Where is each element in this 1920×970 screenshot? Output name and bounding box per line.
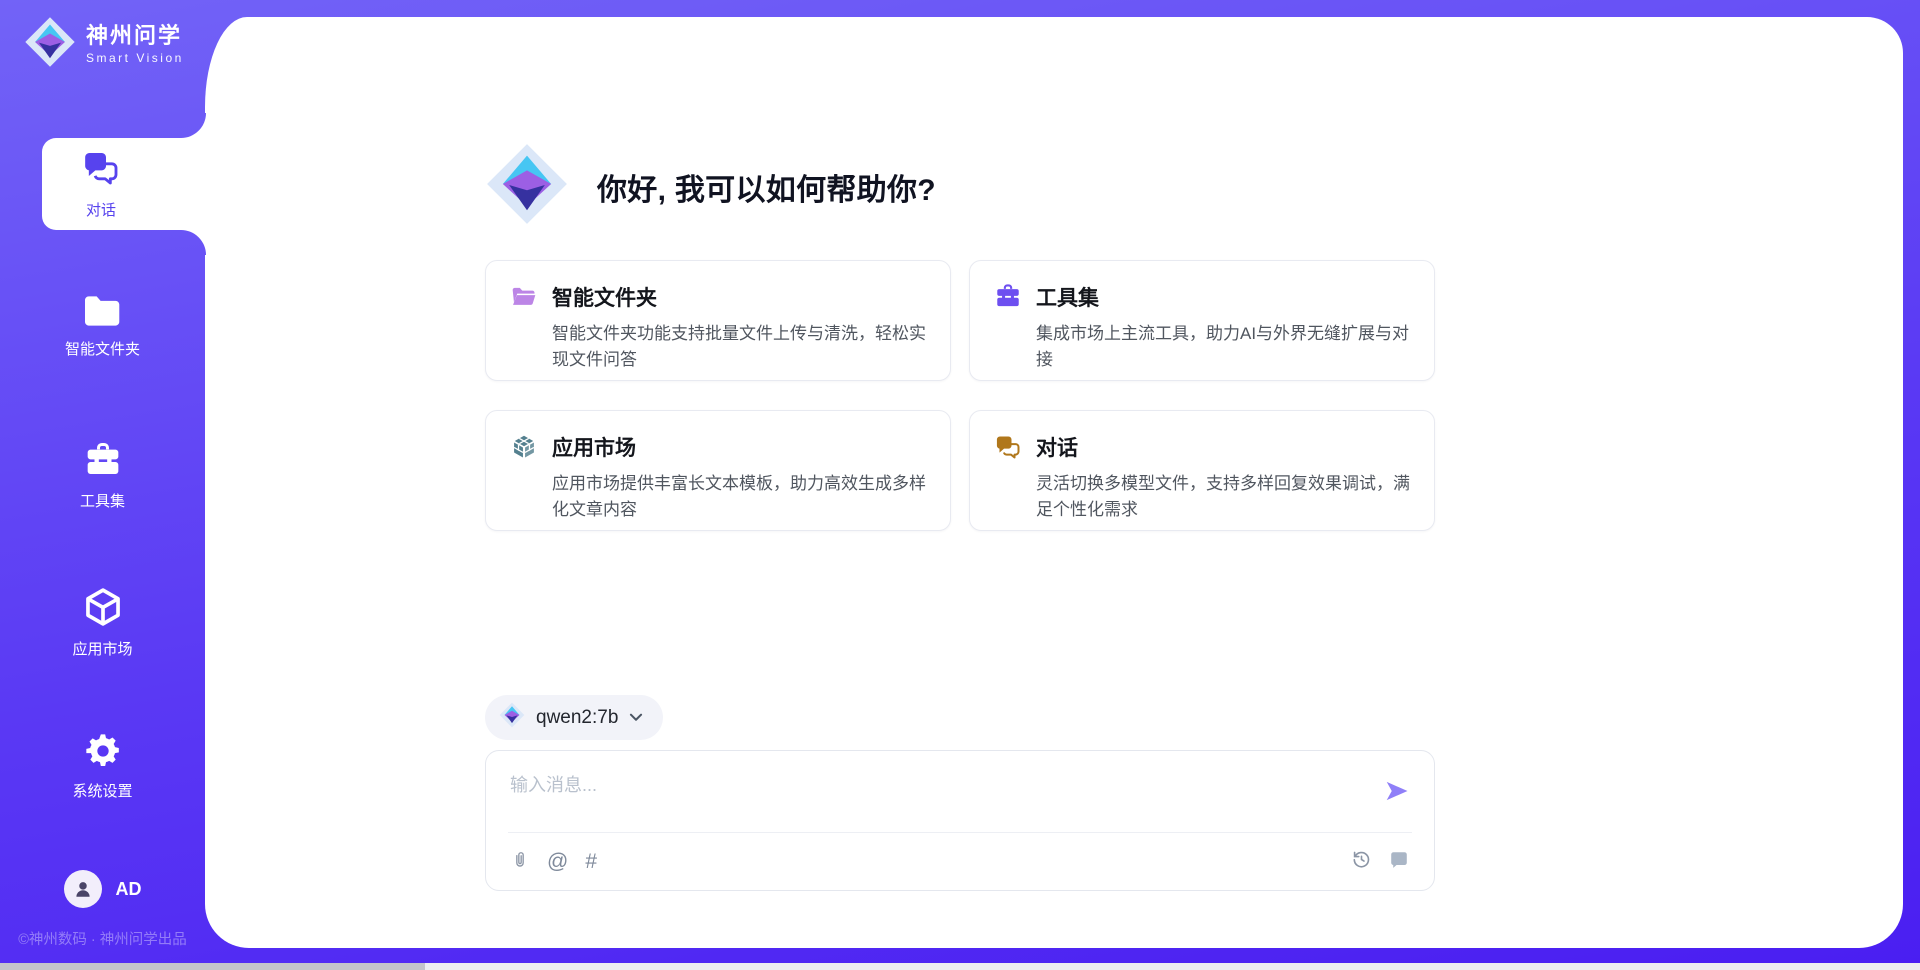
card-toolbox[interactable]: 工具集 集成市场上主流工具，助力AI与外界无缝扩展与对接 <box>969 260 1435 381</box>
sidebar-item-chat[interactable]: 对话 <box>42 138 206 230</box>
sidebar-item-settings[interactable]: 系统设置 <box>0 731 205 801</box>
at-icon: @ <box>547 851 568 872</box>
card-description: 集成市场上主流工具，助力AI与外界无缝扩展与对接 <box>1036 321 1412 372</box>
tab-fillet-bottom <box>181 230 206 255</box>
sidebar-item-label: 智能文件夹 <box>65 338 140 359</box>
topic-button[interactable]: # <box>585 848 597 874</box>
chat-icon <box>994 433 1022 461</box>
user-initials: AD <box>116 879 142 900</box>
horizontal-scrollbar[interactable] <box>0 963 1920 970</box>
send-icon <box>1383 793 1411 808</box>
greeting: 你好, 我可以如何帮助你? <box>485 142 936 231</box>
gear-icon <box>83 731 123 771</box>
message-composer: @ # <box>485 750 1435 891</box>
message-input[interactable] <box>510 771 1370 825</box>
model-name: qwen2:7b <box>536 707 618 729</box>
sidebar-item-label: 对话 <box>86 199 116 220</box>
sidebar-item-label: 系统设置 <box>72 780 132 801</box>
brand-diamond-icon <box>485 142 569 231</box>
toolbox-icon <box>994 283 1022 311</box>
composer-divider <box>508 832 1412 833</box>
card-title: 智能文件夹 <box>552 282 928 312</box>
folder-icon <box>82 293 124 329</box>
app-name: 神州问学 <box>86 24 184 48</box>
attach-file-button[interactable] <box>510 848 530 874</box>
speech-bubble-icon <box>1388 849 1410 874</box>
card-title: 应用市场 <box>552 432 928 462</box>
sidebar-item-toolbox[interactable]: 工具集 <box>0 441 205 511</box>
card-description: 灵活切换多模型文件，支持多样回复效果调试，满足个性化需求 <box>1036 471 1412 522</box>
app-subtitle: Smart Vision <box>86 51 184 65</box>
history-button[interactable] <box>1350 848 1373 874</box>
send-button[interactable] <box>1382 777 1412 807</box>
sidebar-footer: ©神州数码 · 神州问学出品 <box>0 928 205 949</box>
app-logo[interactable]: 神州问学 Smart Vision <box>24 16 184 73</box>
pixel-cube-icon <box>510 433 538 461</box>
feature-cards: 智能文件夹 智能文件夹功能支持批量文件上传与清洗，轻松实现文件问答 工具集 集成… <box>485 260 1435 531</box>
user-profile[interactable]: AD <box>0 870 205 908</box>
sidebar: 神州问学 Smart Vision 对话 智能文件夹 <box>0 0 205 970</box>
card-title: 对话 <box>1036 432 1412 462</box>
card-title: 工具集 <box>1036 282 1412 312</box>
sidebar-item-app-market[interactable]: 应用市场 <box>0 585 205 659</box>
avatar <box>64 870 102 908</box>
sidebar-item-label: 工具集 <box>80 490 125 511</box>
scrollbar-thumb[interactable] <box>0 963 425 970</box>
history-icon <box>1350 848 1373 874</box>
composer-toolbar: @ # <box>510 848 1410 874</box>
mention-button[interactable]: @ <box>547 848 568 874</box>
paperclip-icon <box>510 848 530 875</box>
model-selector[interactable]: qwen2:7b <box>485 695 663 740</box>
card-smart-folder[interactable]: 智能文件夹 智能文件夹功能支持批量文件上传与清洗，轻松实现文件问答 <box>485 260 951 381</box>
toolbox-icon <box>83 441 123 481</box>
sidebar-item-label: 应用市场 <box>72 638 132 659</box>
brand-diamond-icon <box>24 16 76 73</box>
card-description: 智能文件夹功能支持批量文件上传与清洗，轻松实现文件问答 <box>552 321 928 372</box>
card-app-market[interactable]: 应用市场 应用市场提供丰富长文本模板，助力高效生成多样化文章内容 <box>485 410 951 531</box>
feedback-button[interactable] <box>1388 848 1410 874</box>
chat-home: 你好, 我可以如何帮助你? 智能文件夹 智能文件夹功能支持批量文件上传与清洗，轻… <box>485 0 1435 970</box>
card-description: 应用市场提供丰富长文本模板，助力高效生成多样化文章内容 <box>552 471 928 522</box>
card-chat[interactable]: 对话 灵活切换多模型文件，支持多样回复效果调试，满足个性化需求 <box>969 410 1435 531</box>
brand-diamond-icon <box>499 702 525 733</box>
cube-icon <box>81 585 125 629</box>
sidebar-item-smart-folder[interactable]: 智能文件夹 <box>0 293 205 359</box>
folder-open-icon <box>510 283 538 311</box>
hash-icon: # <box>585 851 597 872</box>
chevron-down-icon <box>629 709 643 727</box>
tab-fillet-top <box>181 113 206 138</box>
greeting-title: 你好, 我可以如何帮助你? <box>597 165 936 209</box>
chat-icon <box>81 148 121 192</box>
